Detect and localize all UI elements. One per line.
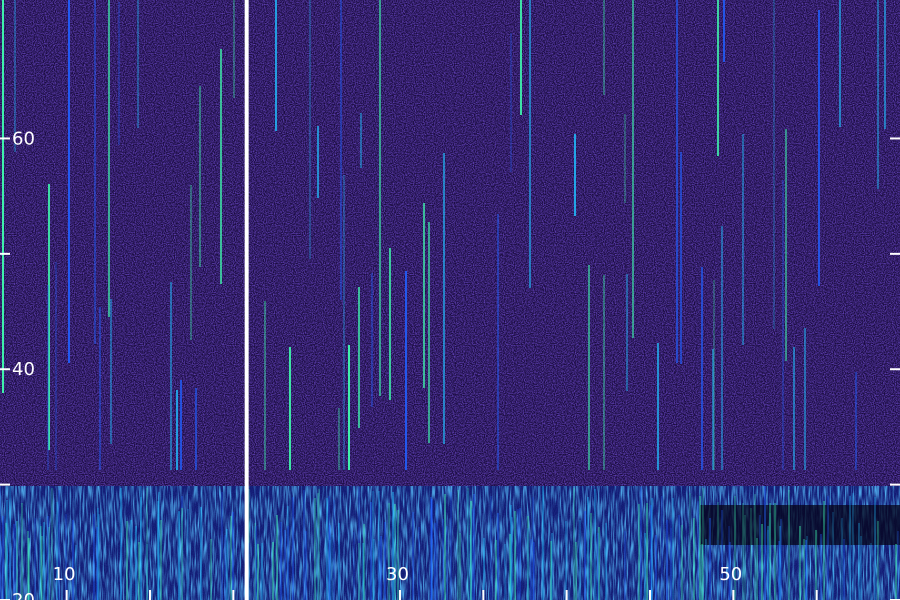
x-tick-label: 50 bbox=[719, 564, 742, 585]
x-tick-label: 10 bbox=[53, 564, 76, 585]
spectrogram-chart: 20 40 60 10 30 50 bbox=[0, 0, 900, 600]
x-tick-label: 30 bbox=[386, 564, 409, 585]
y-tick-label: 40 bbox=[12, 359, 35, 380]
y-tick-label: 20 bbox=[12, 590, 35, 600]
y-tick-label: 60 bbox=[12, 128, 35, 149]
